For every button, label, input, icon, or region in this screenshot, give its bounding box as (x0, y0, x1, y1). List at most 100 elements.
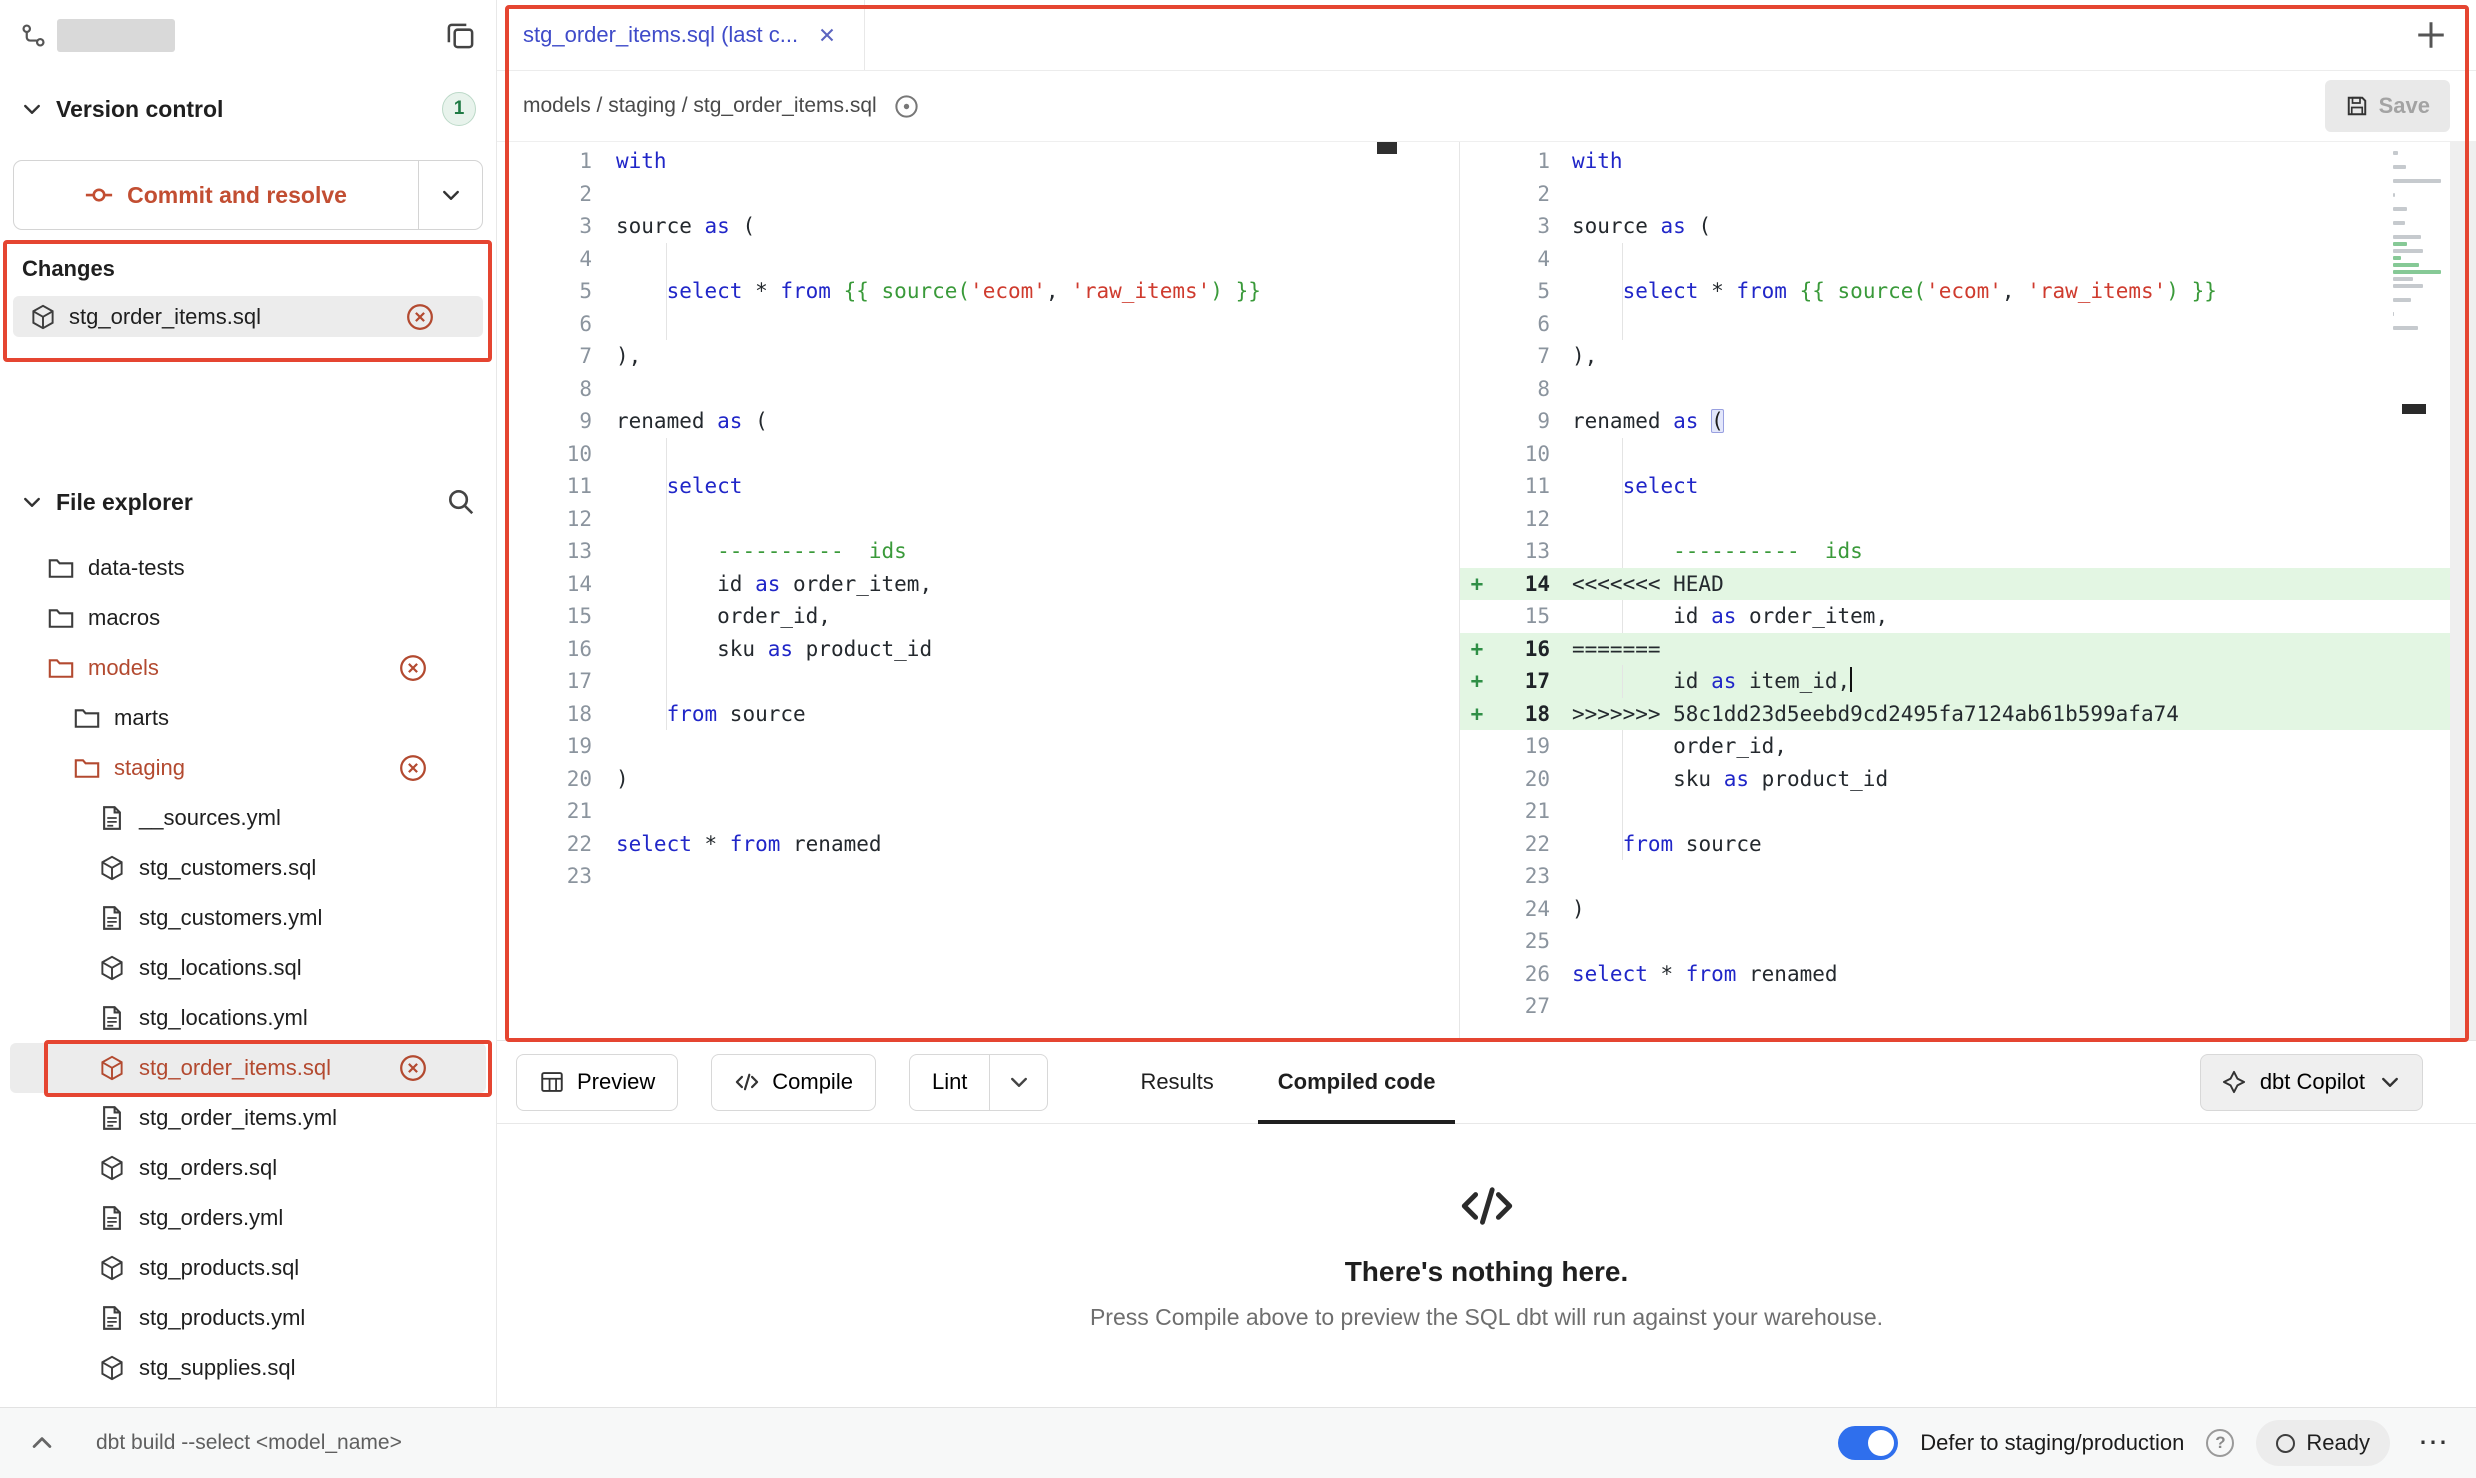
tab-compiled-code[interactable]: Compiled code (1246, 1041, 1468, 1123)
commit-options-button[interactable] (418, 161, 482, 229)
tree-item-stg_order_items.sql[interactable]: stg_order_items.sql (10, 1043, 486, 1093)
help-icon[interactable]: ? (2206, 1429, 2234, 1457)
code-line[interactable]: 18 from source (497, 698, 1459, 731)
code-line[interactable]: 15 id as order_item, (1460, 600, 2476, 633)
code-line[interactable]: 8 (1460, 373, 2476, 406)
close-icon[interactable] (816, 24, 838, 46)
code-line[interactable]: 12 (497, 503, 1459, 536)
left-scrollbar-thumb[interactable] (1377, 142, 1397, 154)
minimap[interactable] (2393, 148, 2448, 340)
tree-item-staging[interactable]: staging (0, 743, 496, 793)
tree-item-stg_locations.sql[interactable]: stg_locations.sql (0, 943, 496, 993)
tree-item-marts[interactable]: marts (0, 693, 496, 743)
editor-pane-right[interactable]: 1with23source as (45 select * from {{ so… (1459, 142, 2476, 1040)
overflow-menu-button[interactable]: ⋯ (2418, 1433, 2448, 1453)
code-line[interactable]: +14<<<<<<< HEAD (1460, 568, 2476, 601)
code-line[interactable]: 8 (497, 373, 1459, 406)
tree-item-stg_supplies.sql[interactable]: stg_supplies.sql (0, 1343, 496, 1393)
code-line[interactable]: 22 from source (1460, 828, 2476, 861)
save-button[interactable]: Save (2325, 80, 2450, 132)
code-line[interactable]: 21 (1460, 795, 2476, 828)
code-line[interactable]: 25 (1460, 925, 2476, 958)
conflict-icon[interactable] (398, 753, 428, 783)
tree-item-stg_products.yml[interactable]: stg_products.yml (0, 1293, 496, 1343)
code-line[interactable]: 19 order_id, (1460, 730, 2476, 763)
copy-icon[interactable] (445, 20, 476, 51)
command-input[interactable]: dbt build --select <model_name> (96, 1431, 402, 1455)
code-line[interactable]: 10 (1460, 438, 2476, 471)
tree-item-stg_customers.yml[interactable]: stg_customers.yml (0, 893, 496, 943)
conflict-icon[interactable] (405, 302, 435, 332)
tree-item-macros[interactable]: macros (0, 593, 496, 643)
version-control-header[interactable]: Version control 1 (0, 92, 496, 126)
file-explorer-header[interactable]: File explorer (0, 482, 496, 522)
code-line[interactable]: 10 (497, 438, 1459, 471)
lineage-icon[interactable] (893, 93, 920, 120)
code-line[interactable]: 11 select (1460, 470, 2476, 503)
code-line[interactable]: +18>>>>>>> 58c1dd23d5eebd9cd2495fa7124ab… (1460, 698, 2476, 731)
code-line[interactable]: 9renamed as ( (497, 405, 1459, 438)
lint-options-button[interactable] (990, 1054, 1048, 1111)
code-line[interactable]: 23 (497, 860, 1459, 893)
code-line[interactable]: 1with (1460, 145, 2476, 178)
code-line[interactable]: 24) (1460, 893, 2476, 926)
defer-toggle[interactable] (1838, 1426, 1898, 1460)
code-line[interactable]: 26select * from renamed (1460, 958, 2476, 991)
tree-item-stg_customers.sql[interactable]: stg_customers.sql (0, 843, 496, 893)
code-line[interactable]: +17 id as item_id, (1460, 665, 2476, 698)
tree-item-stg_order_items.yml[interactable]: stg_order_items.yml (0, 1093, 496, 1143)
code-line[interactable]: 2 (497, 178, 1459, 211)
code-line[interactable]: 15 order_id, (497, 600, 1459, 633)
conflict-icon[interactable] (398, 1053, 428, 1083)
code-line[interactable]: 23 (1460, 860, 2476, 893)
search-icon[interactable] (446, 487, 476, 517)
code-line[interactable]: 16 sku as product_id (497, 633, 1459, 666)
code-line[interactable]: 5 select * from {{ source('ecom', 'raw_i… (1460, 275, 2476, 308)
code-line[interactable]: 19 (497, 730, 1459, 763)
code-line[interactable]: 13 ---------- ids (1460, 535, 2476, 568)
code-line[interactable]: +16======= (1460, 633, 2476, 666)
dbt-copilot-button[interactable]: dbt Copilot (2200, 1054, 2423, 1111)
expand-console-button[interactable] (28, 1429, 56, 1457)
commit-and-resolve-button[interactable]: Commit and resolve (13, 160, 483, 230)
code-line[interactable]: 21 (497, 795, 1459, 828)
code-line[interactable]: 13 ---------- ids (497, 535, 1459, 568)
tree-item-stg_locations.yml[interactable]: stg_locations.yml (0, 993, 496, 1043)
tree-item-__sources.yml[interactable]: __sources.yml (0, 793, 496, 843)
code-line[interactable]: 17 (497, 665, 1459, 698)
code-line[interactable]: 4 (1460, 243, 2476, 276)
tree-item-data-tests[interactable]: data-tests (0, 543, 496, 593)
tree-item-stg_orders.sql[interactable]: stg_orders.sql (0, 1143, 496, 1193)
new-tab-button[interactable] (2414, 18, 2448, 52)
code-line[interactable]: 20 sku as product_id (1460, 763, 2476, 796)
code-line[interactable]: 3source as ( (497, 210, 1459, 243)
tab-results[interactable]: Results (1108, 1041, 1245, 1123)
compile-button[interactable]: Compile (711, 1054, 876, 1111)
tree-item-stg_products.sql[interactable]: stg_products.sql (0, 1243, 496, 1293)
tab-stg-order-items[interactable]: stg_order_items.sql (last c... (497, 0, 865, 70)
code-line[interactable]: 14 id as order_item, (497, 568, 1459, 601)
code-line[interactable]: 7), (1460, 340, 2476, 373)
tree-item-stg_orders.yml[interactable]: stg_orders.yml (0, 1193, 496, 1243)
code-line[interactable]: 3source as ( (1460, 210, 2476, 243)
code-line[interactable]: 5 select * from {{ source('ecom', 'raw_i… (497, 275, 1459, 308)
tree-item-models[interactable]: models (0, 643, 496, 693)
code-line[interactable]: 6 (497, 308, 1459, 341)
scrollbar-thumb[interactable] (2402, 404, 2426, 414)
conflict-icon[interactable] (398, 653, 428, 683)
editor-pane-left[interactable]: 1with23source as (45 select * from {{ so… (497, 142, 1459, 1040)
change-item-stg_order_items.sql[interactable]: stg_order_items.sql (13, 296, 483, 337)
code-line[interactable]: 4 (497, 243, 1459, 276)
code-line[interactable]: 12 (1460, 503, 2476, 536)
code-line[interactable]: 11 select (497, 470, 1459, 503)
ready-status-badge[interactable]: Ready (2256, 1420, 2390, 1466)
code-line[interactable]: 22select * from renamed (497, 828, 1459, 861)
code-line[interactable]: 27 (1460, 990, 2476, 1023)
preview-button[interactable]: Preview (516, 1054, 678, 1111)
code-line[interactable]: 7), (497, 340, 1459, 373)
scrollbar-track[interactable] (2450, 142, 2476, 1040)
lint-button[interactable]: Lint (909, 1054, 990, 1111)
code-line[interactable]: 9renamed as ( (1460, 405, 2476, 438)
code-line[interactable]: 6 (1460, 308, 2476, 341)
code-line[interactable]: 2 (1460, 178, 2476, 211)
